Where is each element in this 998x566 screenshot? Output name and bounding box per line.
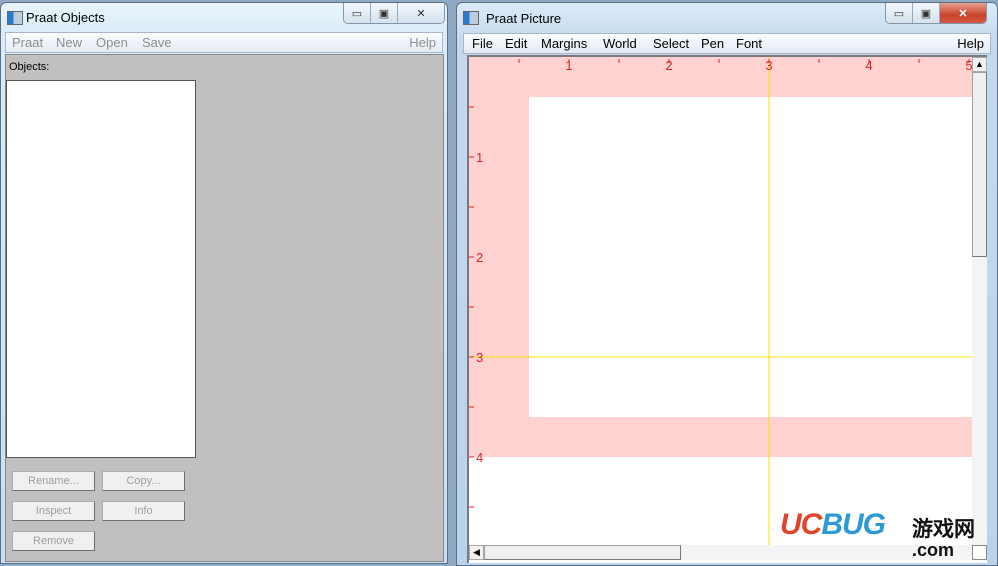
top-ruler-label: 2 [665, 58, 672, 73]
inspect-button[interactable]: Inspect [12, 501, 95, 521]
menu-praat[interactable]: Praat [12, 35, 43, 50]
menu-edit[interactable]: Edit [505, 36, 527, 51]
menu-save[interactable]: Save [142, 35, 172, 50]
watermark-chinese: 游戏网 [912, 516, 975, 541]
close-button[interactable]: ✕ [398, 3, 444, 23]
remove-button[interactable]: Remove [12, 531, 95, 551]
menu-open[interactable]: Open [96, 35, 128, 50]
menu-pen[interactable]: Pen [701, 36, 724, 51]
horizontal-scrollbar[interactable]: ◀ [469, 545, 972, 560]
viewport-area [529, 97, 972, 417]
top-ruler-label: 4 [865, 58, 872, 73]
title-bar: Praat Objects ▭ ▣ ✕ [1, 3, 447, 31]
watermark-domain: .com [912, 540, 955, 560]
horizontal-scroll-thumb[interactable] [484, 545, 681, 560]
minimize-button[interactable]: ▭ [886, 3, 913, 23]
vertical-scroll-thumb[interactable] [972, 72, 987, 257]
menu-file[interactable]: File [472, 36, 493, 51]
objects-list[interactable] [6, 80, 196, 458]
menu-select[interactable]: Select [653, 36, 689, 51]
window-title: Praat Objects [26, 10, 105, 25]
rename-button[interactable]: Rename... [12, 471, 95, 491]
vertical-scrollbar[interactable]: ▲ [972, 57, 987, 545]
left-ruler-label: 3 [476, 350, 483, 365]
menu-bar: File Edit Margins World Select Pen Font … [463, 33, 991, 54]
caption-buttons: ▭ ▣ ✕ [343, 3, 445, 24]
minimize-button[interactable]: ▭ [344, 3, 371, 23]
menu-help[interactable]: Help [957, 36, 984, 51]
app-icon [463, 11, 479, 25]
top-ruler-label: 1 [565, 58, 572, 73]
app-icon [7, 11, 23, 25]
close-button[interactable]: ✕ [940, 3, 986, 23]
objects-label: Objects: [9, 61, 50, 73]
maximize-button[interactable]: ▣ [913, 3, 940, 23]
left-ruler-label: 1 [476, 150, 483, 165]
objects-panel: Objects: Rename... Copy... Inspect Info … [5, 54, 444, 562]
menu-font[interactable]: Font [736, 36, 762, 51]
picture-area: 1 2 3 4 5 1 2 3 4 ▲ ◀ [467, 55, 987, 563]
left-ruler-label: 2 [476, 250, 483, 265]
menu-new[interactable]: New [56, 35, 82, 50]
scroll-left-icon[interactable]: ◀ [469, 545, 484, 560]
menu-help[interactable]: Help [409, 35, 436, 50]
menu-world[interactable]: World [603, 36, 637, 51]
window-title: Praat Picture [486, 11, 562, 26]
left-ruler-label: 4 [476, 450, 483, 465]
scroll-up-icon[interactable]: ▲ [972, 57, 987, 72]
watermark-logo: UCBUG [780, 508, 886, 542]
watermark-bug: BUG [821, 508, 886, 541]
picture-svg: 1 2 3 4 5 1 2 3 4 [469, 57, 972, 545]
top-ruler-label: 3 [765, 58, 772, 73]
praat-objects-window: Praat Objects ▭ ▣ ✕ Praat New Open Save … [0, 2, 448, 564]
caption-buttons: ▭ ▣ ✕ [885, 3, 987, 24]
copy-button[interactable]: Copy... [102, 471, 185, 491]
praat-picture-window: Praat Picture ▭ ▣ ✕ File Edit Margins Wo… [456, 2, 998, 566]
scroll-corner [972, 545, 987, 560]
menu-margins[interactable]: Margins [541, 36, 587, 51]
top-ruler-label: 5 [965, 58, 972, 73]
title-bar: Praat Picture ▭ ▣ ✕ [457, 3, 997, 31]
menu-bar: Praat New Open Save Help [5, 32, 443, 53]
info-button[interactable]: Info [102, 501, 185, 521]
drawing-canvas[interactable]: 1 2 3 4 5 1 2 3 4 [469, 57, 972, 545]
maximize-button[interactable]: ▣ [371, 3, 398, 23]
watermark-uc: UC [780, 508, 822, 541]
